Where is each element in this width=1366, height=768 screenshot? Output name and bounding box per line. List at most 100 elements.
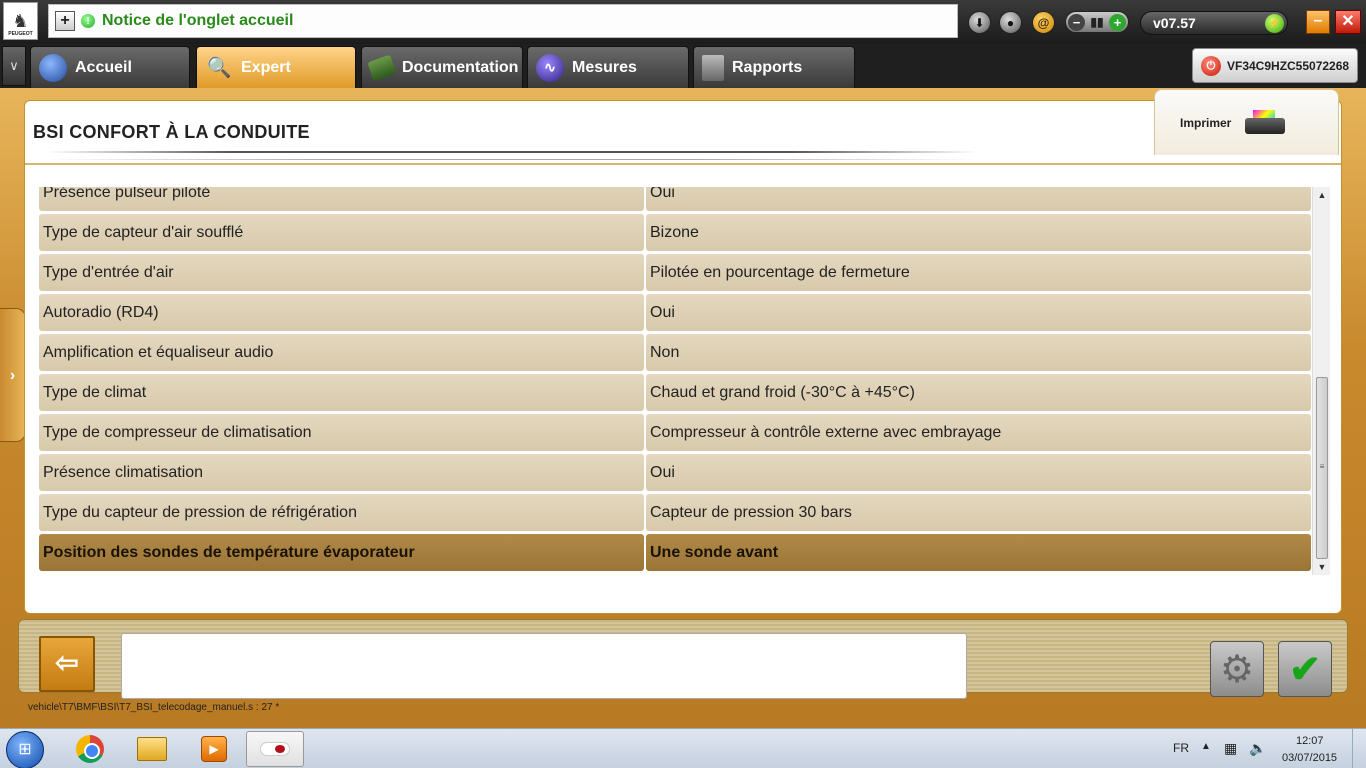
at-icon: @	[1037, 15, 1050, 30]
magnifier-icon: 🔍	[206, 57, 232, 79]
message-area	[121, 633, 967, 699]
param-value: Bizone	[646, 214, 1311, 251]
table-row[interactable]: Autoradio (RD4) Oui	[39, 294, 1311, 331]
email-button[interactable]: @	[1032, 11, 1055, 34]
table-scrollbar[interactable]: ▲ ≡ ▼	[1312, 187, 1330, 575]
book-icon	[367, 53, 397, 82]
scroll-up-arrow-icon[interactable]: ▲	[1313, 187, 1331, 203]
side-panel-toggle[interactable]: ›	[0, 308, 26, 442]
chevron-right-icon: ›	[9, 367, 16, 384]
waveform-icon: ∿	[536, 53, 564, 82]
grip-icon: ≡	[1319, 462, 1325, 471]
user-button[interactable]: ●	[999, 11, 1022, 34]
param-value: Compresseur à contrôle externe avec embr…	[646, 414, 1311, 451]
volume-bars-icon: ▮▮	[1090, 15, 1104, 29]
chevron-down-icon: ∨	[9, 58, 19, 73]
table-row[interactable]: Type de compresseur de climatisation Com…	[39, 414, 1311, 451]
bottom-action-bar: ⇦ ⚙ ✔	[18, 619, 1348, 699]
scroll-down-arrow-icon[interactable]: ▼	[1313, 559, 1331, 575]
printer-icon	[1245, 108, 1286, 138]
param-name: Type du capteur de pression de réfrigéra…	[39, 494, 644, 531]
notice-title: Notice de l'onglet accueil	[102, 12, 294, 29]
tab-rapports[interactable]: Rapports	[693, 46, 855, 88]
vin-button[interactable]: ⏻ VF34C9HZC55072268	[1192, 48, 1358, 83]
table-row[interactable]: Type d'entrée d'air Pilotée en pourcenta…	[39, 254, 1311, 291]
nav-menu-button[interactable]: ∨	[2, 46, 26, 86]
table-row[interactable]: Présence pulseur piloté Oui	[39, 187, 1311, 211]
table-row[interactable]: Type du capteur de pression de réfrigéra…	[39, 494, 1311, 531]
clock-time[interactable]: 12:07	[1296, 735, 1324, 747]
scroll-thumb[interactable]: ≡	[1316, 377, 1328, 559]
tab-mesures[interactable]: ∿ Mesures	[527, 46, 689, 88]
chrome-icon	[76, 735, 104, 763]
main-frame: › BSI CONFORT À LA CONDUITE Imprimer Pré…	[0, 88, 1366, 728]
volume-plus-icon[interactable]: +	[1109, 13, 1126, 31]
peugeot-logo: ♞ PEUGEOT	[3, 2, 38, 40]
param-value: Chaud et grand froid (-30°C à +45°C)	[646, 374, 1311, 411]
power-icon: ⏻	[1201, 55, 1221, 76]
tab-documentation[interactable]: Documentation	[361, 46, 523, 88]
param-name: Position des sondes de température évapo…	[39, 534, 644, 571]
start-button[interactable]: ⊞	[6, 731, 44, 768]
clock-date[interactable]: 03/07/2015	[1282, 752, 1337, 764]
navigation-bar: ∨ Accueil 🔍 Expert Documentation ∿ Mesur…	[0, 44, 1366, 88]
expand-plus-icon[interactable]: +	[55, 11, 75, 31]
tray-expand-icon[interactable]: ▲	[1201, 741, 1211, 752]
tab-expert[interactable]: 🔍 Expert	[196, 46, 356, 88]
param-name: Type de compresseur de climatisation	[39, 414, 644, 451]
media-play-icon: ▶	[201, 736, 227, 762]
tab-label: Accueil	[75, 58, 132, 76]
content-panel: BSI CONFORT À LA CONDUITE Imprimer Prése…	[24, 89, 1342, 614]
table-row[interactable]: Amplification et équaliseur audio Non	[39, 334, 1311, 371]
param-value: Non	[646, 334, 1311, 371]
tab-label: Documentation	[402, 58, 519, 76]
network-icon[interactable]: ▦	[1224, 740, 1237, 757]
parameter-table: Présence pulseur piloté Oui Type de capt…	[39, 187, 1311, 572]
table-row[interactable]: Présence climatisation Oui	[39, 454, 1311, 491]
panel-divider	[25, 163, 1341, 165]
top-bar: ♞ PEUGEOT + ! Notice de l'onglet accueil…	[0, 0, 1366, 44]
param-name: Type de capteur d'air soufflé	[39, 214, 644, 251]
volume-control[interactable]: − ▮▮ +	[1065, 11, 1129, 33]
minimize-button[interactable]: –	[1306, 10, 1330, 34]
validate-button[interactable]: ✔	[1278, 641, 1332, 697]
script-path: vehicle\T7\BMF\BSI\T7_BSI_telecodage_man…	[28, 702, 280, 713]
close-icon: ✕	[1341, 13, 1355, 30]
param-name: Type d'entrée d'air	[39, 254, 644, 291]
page-title: BSI CONFORT À LA CONDUITE	[33, 122, 310, 142]
print-label: Imprimer	[1180, 115, 1232, 130]
diagnostic-app-icon	[260, 742, 290, 756]
close-button[interactable]: ✕	[1335, 10, 1361, 34]
taskbar-diagnostic-app[interactable]	[246, 731, 304, 767]
taskbar-media-player[interactable]: ▶	[186, 731, 242, 767]
title-divider-secondary	[47, 159, 977, 160]
param-value: Oui	[646, 454, 1311, 491]
status-ok-icon: !	[81, 14, 95, 28]
language-indicator[interactable]: FR	[1173, 741, 1189, 755]
tab-label: Mesures	[572, 58, 637, 76]
taskbar-explorer[interactable]	[124, 731, 180, 767]
back-button[interactable]: ⇦	[39, 636, 95, 692]
volume-minus-icon[interactable]: −	[1068, 13, 1085, 31]
globe-icon	[39, 53, 67, 82]
lion-icon: ♞	[12, 10, 29, 31]
table-row[interactable]: Type de climat Chaud et grand froid (-30…	[39, 374, 1311, 411]
notice-bar[interactable]: + ! Notice de l'onglet accueil	[48, 4, 958, 38]
show-desktop-button[interactable]	[1352, 729, 1366, 768]
document-icon	[702, 54, 724, 81]
windows-logo-icon: ⊞	[18, 741, 32, 758]
settings-button[interactable]: ⚙	[1210, 641, 1264, 697]
param-value: Une sonde avant	[646, 534, 1311, 571]
checkmark-icon: ✔	[1289, 648, 1321, 691]
user-icon: ●	[1006, 15, 1015, 30]
brand-text: PEUGEOT	[8, 31, 33, 37]
print-button[interactable]: Imprimer	[1154, 89, 1339, 155]
tab-accueil[interactable]: Accueil	[30, 46, 190, 88]
arrow-left-icon: ⇦	[55, 647, 79, 678]
download-button[interactable]: ⬇	[968, 11, 991, 34]
speaker-icon[interactable]: 🔈	[1249, 740, 1266, 757]
table-row-selected[interactable]: Position des sondes de température évapo…	[39, 534, 1311, 571]
table-row[interactable]: Type de capteur d'air soufflé Bizone	[39, 214, 1311, 251]
taskbar-chrome[interactable]	[62, 731, 118, 767]
param-value: Oui	[646, 294, 1311, 331]
